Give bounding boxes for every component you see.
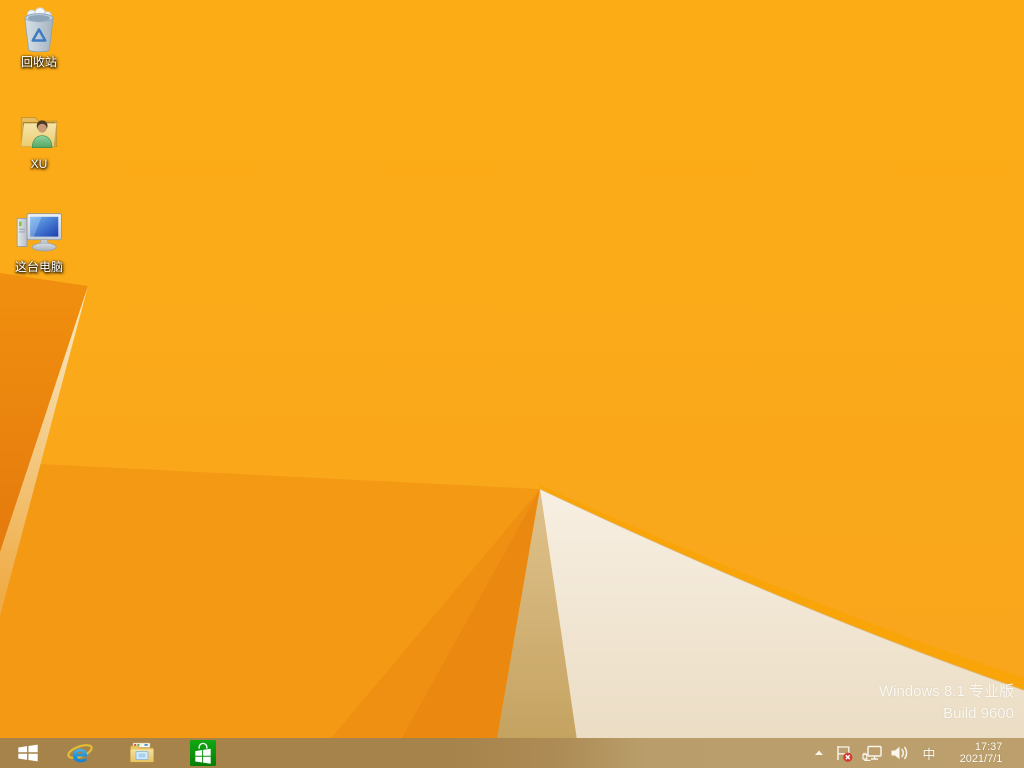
clock-time: 17:37: [960, 741, 1003, 754]
desktop-icon-label: XU: [0, 157, 78, 171]
speaker-icon: [889, 745, 909, 761]
watermark-build: Build 9600: [879, 703, 1014, 725]
network-button[interactable]: [860, 738, 884, 768]
clock[interactable]: 17:37 2021/7/1: [952, 738, 1010, 768]
wallpaper: [0, 0, 1024, 768]
desktop-icon-label: 回收站: [0, 55, 78, 69]
file-explorer-icon: [128, 739, 156, 767]
watermark-edition: Windows 8.1 专业版: [879, 681, 1014, 703]
taskbar-app-internet-explorer[interactable]: e: [62, 738, 98, 768]
recycle-bin-icon: [13, 4, 65, 54]
flag-error-icon: [834, 743, 854, 763]
desktop: 回收站 XU: [0, 0, 1024, 768]
this-pc-icon: [13, 209, 65, 259]
internet-explorer-icon: e: [66, 739, 94, 767]
desktop-icon-user-folder[interactable]: XU: [0, 106, 78, 171]
start-button[interactable]: [8, 738, 48, 768]
action-center-button[interactable]: [834, 738, 854, 768]
ime-indicator[interactable]: 中: [920, 738, 938, 768]
svg-text:e: e: [72, 740, 88, 767]
network-icon: [861, 744, 883, 762]
system-tray: 中 17:37 2021/7/1: [812, 738, 1010, 768]
taskbar-app-file-explorer[interactable]: [124, 738, 160, 768]
volume-button[interactable]: [888, 738, 910, 768]
taskbar: e: [0, 738, 1024, 768]
ime-label: 中: [922, 744, 935, 763]
user-folder-icon: [13, 106, 65, 156]
store-icon: [190, 740, 216, 766]
taskbar-app-store[interactable]: [187, 738, 219, 768]
desktop-icon-recycle-bin[interactable]: 回收站: [0, 4, 78, 69]
desktop-icon-label: 这台电脑: [0, 260, 78, 274]
chevron-up-icon: [814, 749, 824, 757]
windows-watermark: Windows 8.1 专业版 Build 9600: [879, 681, 1014, 725]
show-hidden-icons-button[interactable]: [812, 738, 826, 768]
windows-logo-icon: [16, 741, 40, 765]
clock-date: 2021/7/1: [960, 753, 1003, 766]
desktop-icon-this-pc[interactable]: 这台电脑: [0, 209, 78, 274]
